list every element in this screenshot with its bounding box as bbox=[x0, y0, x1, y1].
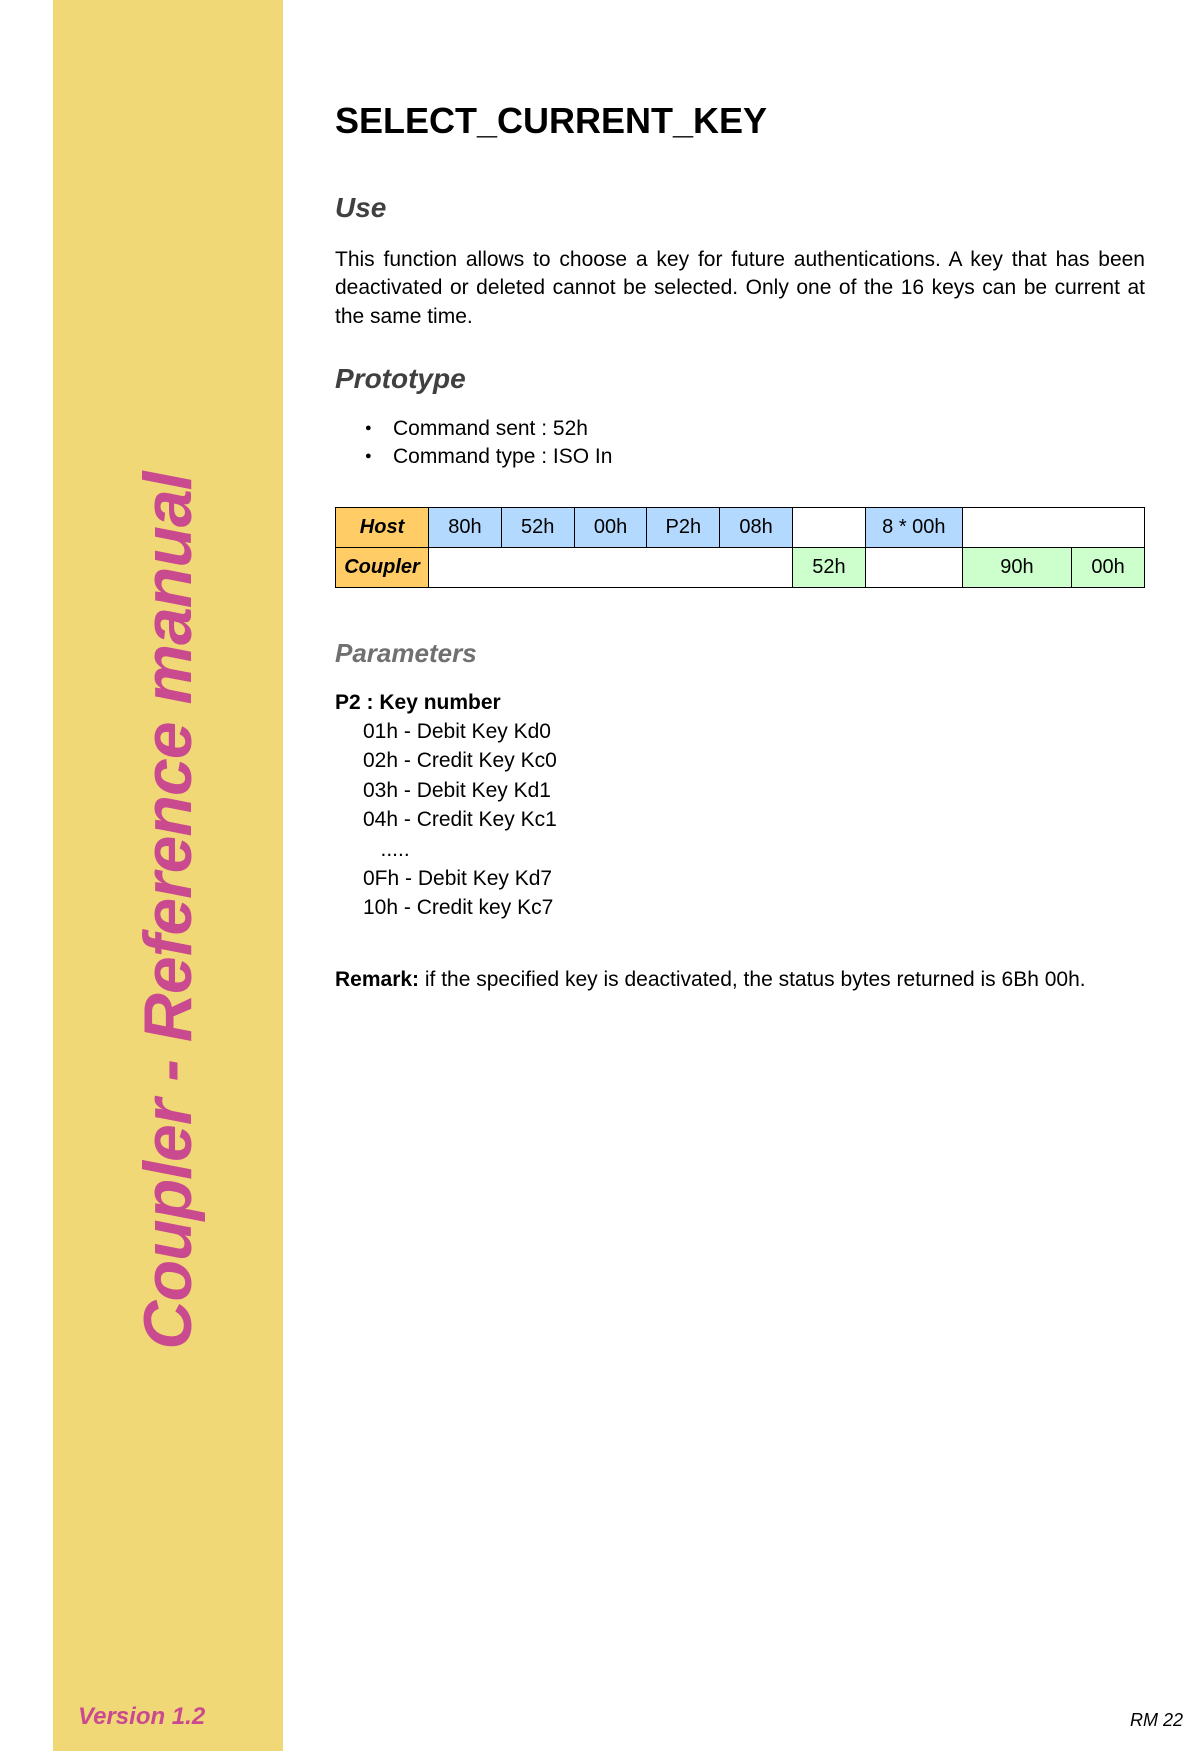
table-cell: 52h bbox=[793, 548, 866, 588]
table-row: Coupler 52h 90h 00h bbox=[336, 548, 1145, 588]
param-line: 04h - Credit Key Kc1 bbox=[363, 805, 1145, 834]
page-title: SELECT_CURRENT_KEY bbox=[335, 100, 1145, 142]
use-heading: Use bbox=[335, 192, 1145, 224]
remark-text: if the specified key is deactivated, the… bbox=[419, 968, 1086, 991]
table-cell: 08h bbox=[720, 508, 793, 548]
table-row: Host 80h 52h 00h P2h 08h 8 * 00h bbox=[336, 508, 1145, 548]
remark-label: Remark: bbox=[335, 968, 419, 991]
use-text: This function allows to choose a key for… bbox=[335, 246, 1145, 331]
param-title: P2 : Key number bbox=[335, 691, 1145, 715]
table-cell: 52h bbox=[501, 508, 574, 548]
table-cell bbox=[962, 508, 1144, 548]
coupler-label-cell: Coupler bbox=[336, 548, 429, 588]
param-line: 03h - Debit Key Kd1 bbox=[363, 776, 1145, 805]
param-line: ..... bbox=[363, 835, 1145, 864]
list-item: Command sent : 52h bbox=[365, 417, 1145, 441]
table-cell: 8 * 00h bbox=[865, 508, 962, 548]
table-cell: 00h bbox=[574, 508, 647, 548]
table-cell: P2h bbox=[647, 508, 720, 548]
sidebar: Coupler - Reference manual Version 1.2 bbox=[53, 0, 283, 1751]
prototype-heading: Prototype bbox=[335, 363, 1145, 395]
param-line: 02h - Credit Key Kc0 bbox=[363, 746, 1145, 775]
remark: Remark: if the specified key is deactiva… bbox=[335, 968, 1145, 992]
table-cell: 00h bbox=[1072, 548, 1145, 588]
main-content: SELECT_CURRENT_KEY Use This function all… bbox=[335, 100, 1145, 992]
table-cell bbox=[865, 548, 962, 588]
version-label: Version 1.2 bbox=[78, 1703, 205, 1731]
table-cell: 80h bbox=[429, 508, 502, 548]
parameters-heading: Parameters bbox=[335, 638, 1145, 669]
table-cell: 90h bbox=[962, 548, 1071, 588]
sidebar-title: Coupler - Reference manual bbox=[129, 472, 207, 1349]
param-list: 01h - Debit Key Kd0 02h - Credit Key Kc0… bbox=[335, 717, 1145, 923]
param-line: 01h - Debit Key Kd0 bbox=[363, 717, 1145, 746]
prototype-bullets: Command sent : 52h Command type : ISO In bbox=[365, 417, 1145, 469]
param-line: 10h - Credit key Kc7 bbox=[363, 893, 1145, 922]
list-item: Command type : ISO In bbox=[365, 445, 1145, 469]
table-cell bbox=[793, 508, 866, 548]
host-label-cell: Host bbox=[336, 508, 429, 548]
page-footer: RM 22 bbox=[1130, 1710, 1183, 1731]
prototype-table: Host 80h 52h 00h P2h 08h 8 * 00h Coupler… bbox=[335, 507, 1145, 588]
table-cell bbox=[429, 548, 793, 588]
param-line: 0Fh - Debit Key Kd7 bbox=[363, 864, 1145, 893]
